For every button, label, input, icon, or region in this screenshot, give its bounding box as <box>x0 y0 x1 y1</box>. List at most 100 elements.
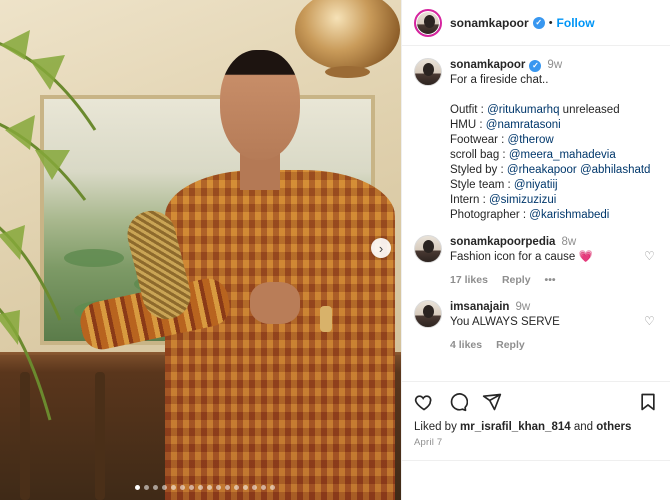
carousel-dot <box>162 485 167 490</box>
caption-text: For a fireside chat.. Outfit : @ritukumar… <box>450 73 650 223</box>
mention-link[interactable]: @simizuzizui <box>489 194 556 206</box>
comment-avatar[interactable] <box>414 300 442 328</box>
post-side-panel: sonamkapoor ✓ • Follow sonamkapoor ✓ 9w … <box>401 0 670 500</box>
caption-line-text: Photographer : <box>450 209 530 221</box>
caption-line-text: Style team : <box>450 179 514 191</box>
liked-by-and: and <box>570 421 597 433</box>
liked-by-user[interactable]: mr_israfil_khan_814 <box>460 421 571 433</box>
comment-more-icon[interactable]: ••• <box>545 273 556 288</box>
header-username[interactable]: sonamkapoor <box>450 16 529 30</box>
verified-badge-icon: ✓ <box>532 16 545 29</box>
post-actions <box>402 381 670 421</box>
comment-item: sonamkapoorpedia 8w Fashion icon for a cau… <box>414 235 658 288</box>
caption-line: scroll bag : @meera_mahadevia <box>450 148 650 163</box>
comment-heart-icon[interactable]: ♡ <box>644 314 656 328</box>
caption: sonamkapoor ✓ 9w For a fireside chat.. Ou… <box>414 58 658 223</box>
post-date[interactable]: April 7 <box>402 433 670 448</box>
bookmark-icon[interactable] <box>638 392 658 412</box>
caption-line-text: For a fireside chat.. <box>450 74 549 86</box>
mention-link[interactable]: @rheakapoor <box>507 164 577 176</box>
caption-line: Style team : @niyatiij <box>450 178 650 193</box>
paper-plane-icon[interactable] <box>482 392 502 412</box>
caption-line-text: scroll bag : <box>450 149 509 161</box>
caption-line: Styled by : @rheakapoor @abhilashatd <box>450 163 650 178</box>
comment-likes[interactable]: 17 likes <box>450 273 488 288</box>
chevron-right-icon: › <box>378 240 384 256</box>
caption-line-text: Footwear : <box>450 134 508 146</box>
follow-button[interactable]: Follow <box>557 16 595 30</box>
comment-reply-button[interactable]: Reply <box>502 273 531 288</box>
carousel-dot <box>225 485 230 490</box>
carousel-dot <box>135 485 140 490</box>
photo-embroidered-coat <box>165 170 395 500</box>
carousel-dot <box>189 485 194 490</box>
avatar[interactable] <box>414 8 442 37</box>
comment-heart-icon[interactable]: ♡ <box>644 249 656 263</box>
caption-username[interactable]: sonamkapoor <box>450 58 525 73</box>
heart-icon[interactable] <box>414 392 434 412</box>
carousel-dots <box>110 485 300 491</box>
caption-line: HMU : @namratasoni <box>450 118 650 133</box>
carousel-dot <box>234 485 239 490</box>
liked-by: Liked by mr_israfil_khan_814 and others <box>402 421 670 433</box>
carousel-dot <box>261 485 266 490</box>
liked-by-prefix: Liked by <box>414 421 461 433</box>
comment-time: 9w <box>515 301 531 313</box>
caption-line-text: Styled by : <box>450 164 507 176</box>
comment-likes[interactable]: 4 likes <box>450 338 482 353</box>
carousel-dot <box>207 485 212 490</box>
caption-line: Intern : @simizuzizui <box>450 193 650 208</box>
liked-by-others[interactable]: others <box>596 421 631 433</box>
carousel-dot <box>153 485 158 490</box>
caption-line <box>450 88 650 103</box>
caption-line: Photographer : @karishmabedi <box>450 208 650 223</box>
post-modal: › sonamkapoor ✓ • Follow sonamkapoor ✓ 9… <box>0 0 670 500</box>
caption-line-suffix: unreleased <box>559 104 620 116</box>
caption-time: 9w <box>547 59 563 71</box>
photo-watch <box>320 306 332 332</box>
caption-line-text: Intern : <box>450 194 489 206</box>
comment-bubble-icon[interactable] <box>448 392 468 412</box>
comment-text: You ALWAYS SERVE <box>450 316 560 328</box>
carousel-dot <box>198 485 203 490</box>
comment-username[interactable]: imsanajain <box>450 301 509 313</box>
photo-hand <box>250 282 300 324</box>
comment-reply-button[interactable]: Reply <box>496 338 525 353</box>
caption-line: Footwear : @therow <box>450 133 650 148</box>
comment-item: imsanajain 9w You ALWAYS SERVE 4 likes Reply… <box>414 300 658 353</box>
verified-badge-icon: ✓ <box>529 59 542 72</box>
comment-emoji: 💗 <box>578 251 593 263</box>
mention-link[interactable]: @namratasoni <box>486 119 561 131</box>
comments-list: sonamkapoor ✓ 9w For a fireside chat.. Ou… <box>402 46 670 381</box>
header-separator: • <box>548 16 553 29</box>
comment-text: Fashion icon for a cause <box>450 251 576 263</box>
carousel-next-button[interactable]: › <box>371 238 391 258</box>
comment-avatar[interactable] <box>414 235 442 263</box>
mention-link[interactable]: @abhilashatd <box>580 164 651 176</box>
comment-thread: sonamkapoorpedia 8w Fashion icon for a cau… <box>414 235 658 353</box>
mention-link[interactable]: @therow <box>508 134 554 146</box>
comment-time: 8w <box>561 236 577 248</box>
carousel-dot <box>252 485 257 490</box>
carousel-dot <box>216 485 221 490</box>
post-photo[interactable]: › <box>0 0 401 500</box>
post-header: sonamkapoor ✓ • Follow <box>402 0 670 46</box>
carousel-dot <box>243 485 248 490</box>
add-comment-area <box>402 460 670 500</box>
mention-link[interactable]: @niyatiij <box>514 179 558 191</box>
caption-line-text: Outfit : <box>450 104 488 116</box>
mention-link[interactable]: @ritukumarhq <box>487 104 559 116</box>
carousel-dot <box>171 485 176 490</box>
photo-head <box>220 50 300 160</box>
photo-model <box>70 20 400 500</box>
carousel-dot <box>270 485 275 490</box>
comment-username[interactable]: sonamkapoorpedia <box>450 236 555 248</box>
caption-line-text: HMU : <box>450 119 486 131</box>
caption-avatar[interactable] <box>414 58 442 86</box>
carousel-dot <box>144 485 149 490</box>
carousel-dot <box>180 485 185 490</box>
mention-link[interactable]: @meera_mahadevia <box>509 149 616 161</box>
caption-line: For a fireside chat.. <box>450 73 650 88</box>
mention-link[interactable]: @karishmabedi <box>529 209 609 221</box>
caption-line: Outfit : @ritukumarhq unreleased <box>450 103 650 118</box>
